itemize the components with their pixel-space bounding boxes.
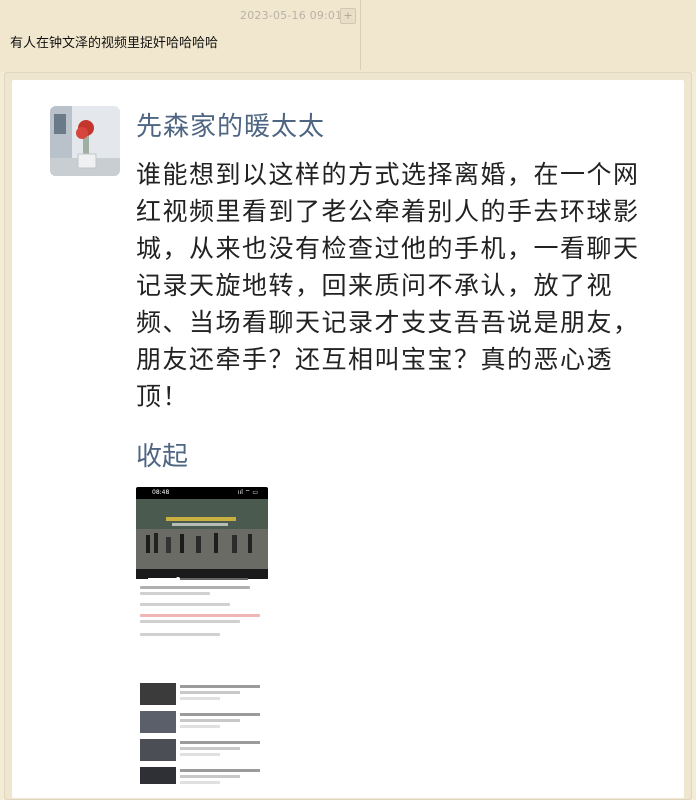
user-avatar[interactable] [50, 106, 120, 176]
username[interactable]: 先森家的暖太太 [136, 106, 325, 143]
collapse-link[interactable]: 收起 [136, 436, 188, 473]
post-body: 谁能想到以这样的方式选择离婚，在一个网红视频里看到了老公牵着别人的手去环球影城，… [136, 160, 640, 411]
note-title: 有人在钟文泽的视频里捉奸哈哈哈哈 [10, 36, 219, 51]
phone-status-bar: 08:48 ııl ⌔ ▭ [136, 487, 268, 499]
recommended-video-4[interactable] [140, 767, 264, 784]
video-frame-image [136, 499, 268, 569]
phone-video-player [136, 499, 268, 569]
avatar-image [50, 106, 120, 176]
phone-status-time: 08:48 [152, 489, 170, 496]
header-divider [360, 0, 361, 70]
phone-status-icons: ııl ⌔ ▭ [237, 489, 258, 496]
video-controls [136, 569, 268, 581]
recommended-video-3[interactable] [140, 739, 264, 761]
recommended-video-1[interactable] [140, 683, 264, 705]
recommended-video-2[interactable] [140, 711, 264, 733]
video-info-block [140, 583, 264, 636]
note-timestamp: 2023-05-16 09:01 [240, 9, 343, 22]
add-button[interactable]: + [340, 8, 356, 24]
embedded-phone-screenshot[interactable]: 08:48 ııl ⌔ ▭ [136, 487, 268, 784]
